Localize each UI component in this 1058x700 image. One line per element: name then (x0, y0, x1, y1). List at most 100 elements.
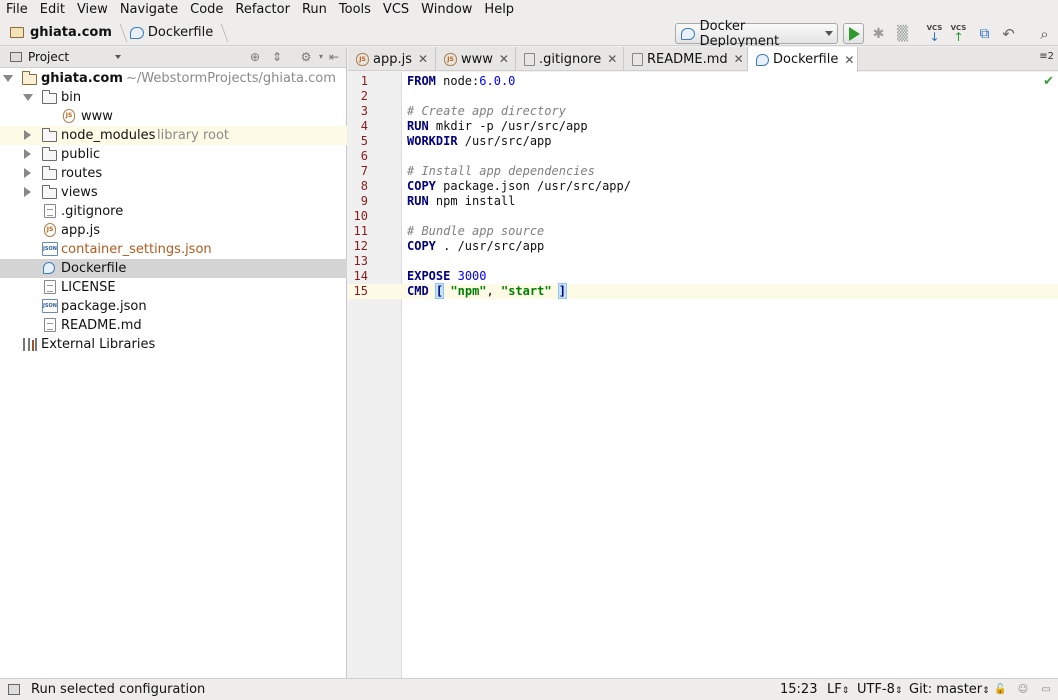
chevron-down-icon (825, 31, 833, 36)
run-configuration-select[interactable]: Docker Deployment (675, 19, 838, 49)
tree-item-www[interactable]: JS www (0, 107, 347, 126)
git-branch-select[interactable]: Git: master⇕ (909, 682, 990, 697)
tree-item-container-settings[interactable]: JSON container_settings.json (0, 240, 347, 259)
close-icon[interactable]: ✕ (418, 52, 428, 66)
tree-item-public[interactable]: public (0, 145, 347, 164)
tree-item-external-libraries[interactable]: External Libraries (0, 335, 347, 354)
expand-arrow-icon[interactable] (3, 75, 13, 82)
folder-icon (10, 27, 24, 38)
breadcrumb-separator (213, 23, 229, 42)
expand-arrow-icon[interactable] (24, 187, 31, 197)
menu-bar: File Edit View Navigate Code Refactor Ru… (0, 0, 1058, 20)
project-view-select[interactable]: Project (28, 50, 69, 64)
collapse-all-icon[interactable]: ⇕ (270, 50, 284, 64)
encoding-label: UTF-8 (857, 682, 895, 697)
tab-readme[interactable]: README.md ✕ (624, 47, 748, 71)
search-icon: ⌕ (1040, 24, 1049, 43)
breadcrumb-separator (112, 23, 128, 42)
breadcrumb-file[interactable]: Dockerfile (128, 20, 213, 46)
project-tool-window: Project ⊕ ⇕ ⚙ ▾ ⇤ ghiata.com ~/WebstormP… (0, 47, 347, 678)
tree-item-bin[interactable]: bin (0, 88, 347, 107)
close-icon[interactable]: ✕ (734, 52, 744, 66)
menu-file[interactable]: File (0, 0, 34, 20)
tab-label: www (461, 51, 493, 67)
tool-windows-icon[interactable] (8, 684, 20, 695)
line-separator-select[interactable]: LF⇕ (827, 682, 849, 697)
line-number: 3 (360, 104, 368, 118)
compare-button[interactable]: ⧉ (974, 23, 995, 44)
tree-item-dockerfile[interactable]: Dockerfile (0, 259, 347, 278)
keyword: RUN (407, 194, 429, 208)
tree-item-license[interactable]: LICENSE (0, 278, 347, 297)
tree-item-appjs[interactable]: JS app.js (0, 221, 347, 240)
tab-overflow-button[interactable]: ≡2 (1039, 51, 1054, 62)
coverage-button[interactable]: ▒ (892, 23, 913, 44)
code-editor[interactable]: 1 2 3 4 5 6 7 8 9 10 11 12 13 14 15 FROM… (348, 72, 1058, 678)
keyword: CMD (407, 284, 429, 298)
keyword: RUN (407, 119, 429, 133)
inspection-ok-icon[interactable]: ✔ (1043, 74, 1054, 89)
menu-run[interactable]: Run (296, 0, 333, 20)
menu-view[interactable]: View (71, 0, 114, 20)
text-file-icon (524, 52, 535, 66)
keyword: FROM (407, 74, 436, 88)
menu-edit[interactable]: Edit (34, 0, 71, 20)
tree-item-gitignore[interactable]: .gitignore (0, 202, 347, 221)
tree-item-node-modules[interactable]: node_modules library root (0, 126, 347, 145)
tree-item-routes[interactable]: routes (0, 164, 347, 183)
tree-label: routes (61, 166, 103, 181)
menu-vcs[interactable]: VCS (377, 0, 415, 20)
revert-button[interactable]: ↶ (998, 23, 1019, 44)
event-log-icon[interactable]: ▭ (1040, 684, 1052, 696)
close-icon[interactable]: ✕ (844, 53, 854, 67)
hector-icon[interactable]: ☺ (1017, 684, 1029, 696)
libraries-icon (23, 338, 37, 351)
tree-item-root[interactable]: ghiata.com ~/WebstormProjects/ghiata.com (0, 69, 347, 88)
chevron-down-icon[interactable]: ▾ (314, 50, 328, 64)
vcs-update-button[interactable]: VCS ↓ (924, 23, 945, 44)
menu-code[interactable]: Code (184, 0, 229, 20)
run-button[interactable] (843, 23, 864, 44)
code-line-7: # Install app dependencies (407, 164, 595, 179)
expand-arrow-icon[interactable] (24, 130, 31, 140)
close-icon[interactable]: ✕ (499, 52, 509, 66)
scroll-from-source-icon[interactable]: ⊕ (248, 50, 262, 64)
json-file-icon: JSON (42, 299, 58, 313)
breadcrumb-project[interactable]: ghiata.com (0, 20, 112, 46)
folder-icon (41, 147, 57, 161)
code-line-1: FROM node:6.0.0 (407, 74, 515, 89)
tab-app-js[interactable]: JS app.js ✕ (348, 47, 436, 71)
breadcrumb-project-label: ghiata.com (30, 25, 112, 40)
tab-gitignore[interactable]: .gitignore ✕ (516, 47, 624, 71)
tree-item-readme[interactable]: README.md (0, 316, 347, 335)
caret-position[interactable]: 15:23 (780, 682, 817, 697)
vcs-commit-button[interactable]: VCS ↑ (948, 23, 969, 44)
code-text: mkdir -p /usr/src/app (428, 119, 588, 133)
breadcrumb-file-label: Dockerfile (147, 25, 214, 40)
close-icon[interactable]: ✕ (607, 52, 617, 66)
code-text: , (486, 284, 501, 298)
debug-button[interactable]: ✱ (868, 23, 889, 44)
search-everywhere-button[interactable]: ⌕ (1034, 23, 1055, 44)
hide-panel-icon[interactable]: ⇤ (327, 50, 341, 64)
menu-refactor[interactable]: Refactor (229, 0, 296, 20)
menu-window[interactable]: Window (415, 0, 478, 20)
lock-icon[interactable]: 🔓 (994, 684, 1006, 696)
menu-help[interactable]: Help (478, 0, 520, 20)
tab-www[interactable]: JS www ✕ (436, 47, 516, 71)
tree-item-views[interactable]: views (0, 183, 347, 202)
encoding-select[interactable]: UTF-8⇕ (857, 682, 902, 697)
expand-arrow-icon[interactable] (24, 168, 31, 178)
gear-icon[interactable]: ⚙ (299, 50, 313, 64)
code-line-5: WORKDIR /usr/src/app (407, 134, 552, 149)
tab-dockerfile[interactable]: Dockerfile ✕ (748, 47, 858, 72)
chevron-down-icon[interactable] (115, 55, 121, 59)
expand-arrow-icon[interactable] (23, 94, 33, 101)
tree-item-package-json[interactable]: JSON package.json (0, 297, 347, 316)
line-number: 10 (353, 209, 368, 223)
expand-arrow-icon[interactable] (24, 149, 31, 159)
menu-navigate[interactable]: Navigate (114, 0, 184, 20)
status-bar: Run selected configuration 15:23 LF⇕ UTF… (0, 678, 1058, 700)
markdown-file-icon (632, 52, 643, 66)
menu-tools[interactable]: Tools (333, 0, 377, 20)
